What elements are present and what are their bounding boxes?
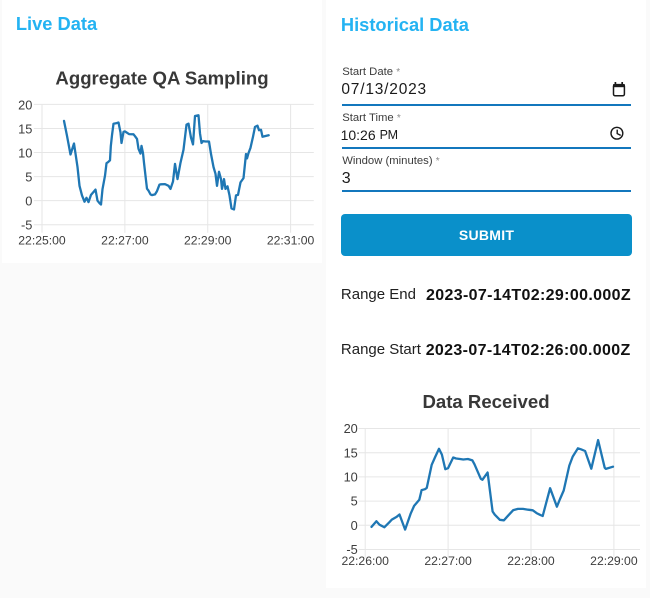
svg-text:22:26:00: 22:26:00	[341, 554, 389, 568]
svg-text:Data Received: Data Received	[422, 391, 549, 412]
svg-text:22:25:00: 22:25:00	[18, 233, 66, 247]
svg-text:22:29:00: 22:29:00	[590, 554, 638, 568]
svg-text:20: 20	[344, 421, 358, 436]
svg-text:-5: -5	[21, 218, 32, 233]
svg-text:22:27:00: 22:27:00	[101, 233, 149, 247]
svg-text:5: 5	[351, 494, 358, 509]
svg-text:5: 5	[25, 170, 32, 185]
svg-text:22:28:00: 22:28:00	[507, 554, 555, 568]
svg-text:15: 15	[344, 445, 358, 460]
svg-text:10: 10	[344, 470, 358, 485]
svg-text:0: 0	[25, 194, 32, 209]
svg-text:20: 20	[18, 97, 32, 112]
svg-text:Aggregate QA Sampling: Aggregate QA Sampling	[55, 67, 268, 88]
svg-text:15: 15	[18, 121, 32, 136]
svg-text:10: 10	[18, 145, 32, 160]
svg-text:0: 0	[351, 518, 358, 533]
svg-text:22:27:00: 22:27:00	[424, 554, 472, 568]
svg-text:22:29:00: 22:29:00	[184, 233, 232, 247]
svg-text:22:31:00: 22:31:00	[267, 233, 315, 247]
